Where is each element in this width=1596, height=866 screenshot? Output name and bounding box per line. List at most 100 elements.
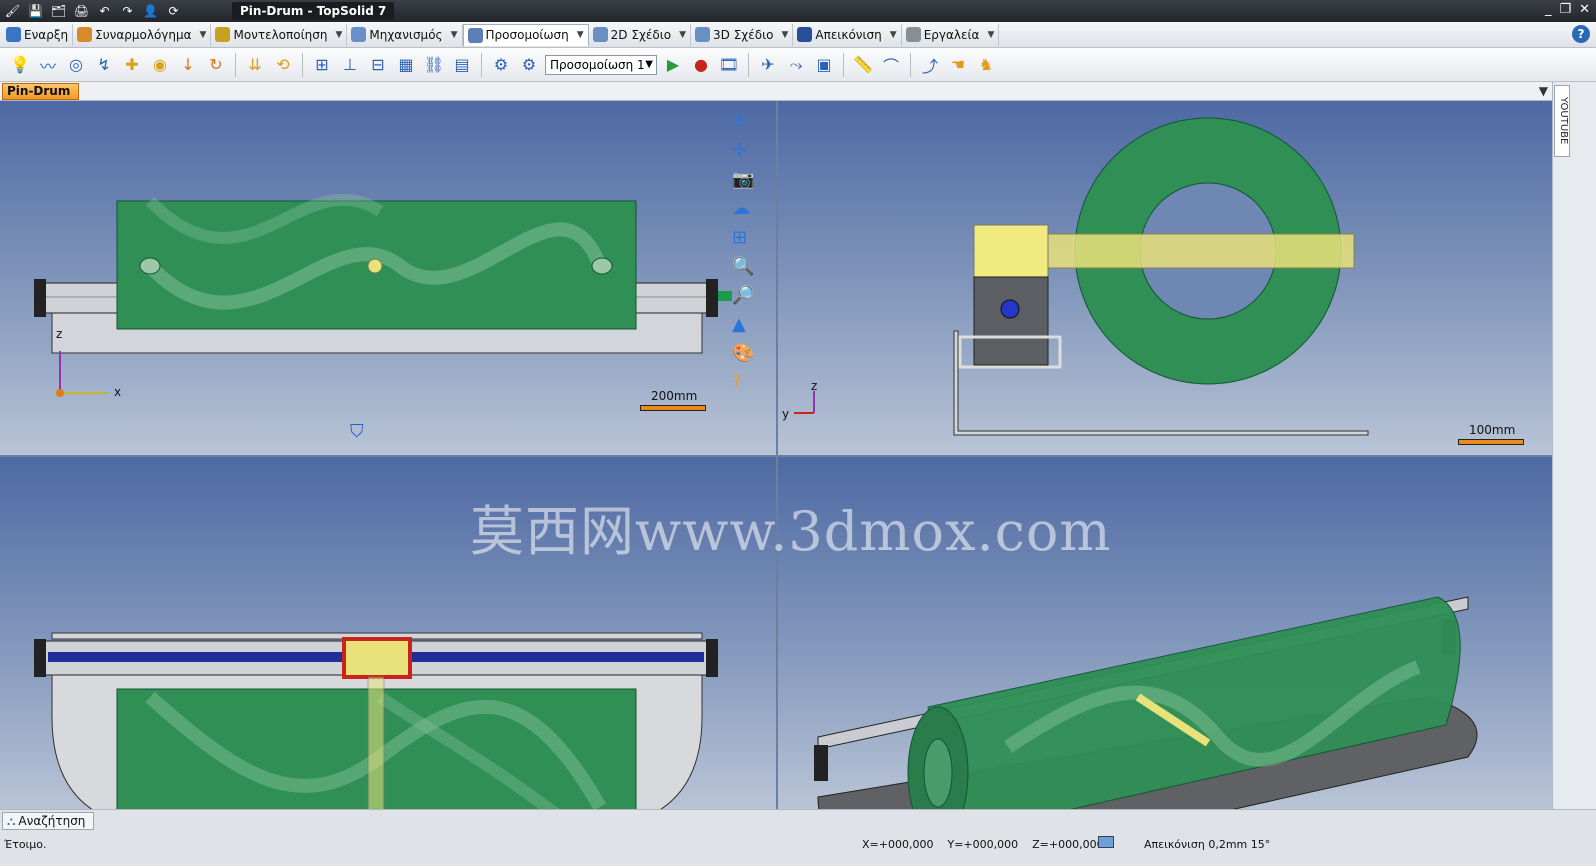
- layout-icon[interactable]: ▣: [812, 53, 836, 77]
- palette-icon[interactable]: 🎨: [732, 343, 754, 364]
- film-icon[interactable]: 🎞: [717, 53, 741, 77]
- tab-simulation[interactable]: Προσομοίωση ▼: [462, 23, 589, 46]
- save-all-icon[interactable]: 🗂: [50, 2, 67, 19]
- view-orient-icon[interactable]: ☁: [732, 198, 754, 219]
- viewport-side[interactable]: z y 100mm: [778, 101, 1552, 455]
- motion-icon[interactable]: ↯: [92, 53, 116, 77]
- pan-icon[interactable]: ✢: [732, 140, 754, 161]
- run-icon[interactable]: ⚙: [489, 53, 513, 77]
- simulation-toolbar: 💡 〰 ◎ ↯ ✚ ◉ ↓ ↻ ⇊ ⟲ ⊞ ⊥ ⊟ ▦ ⛓ ▤ ⚙ ⚙ Προσ…: [0, 48, 1596, 82]
- path-icon[interactable]: ⤴: [918, 53, 942, 77]
- toolbar-separator: [302, 52, 303, 77]
- target-icon[interactable]: ◉: [148, 53, 172, 77]
- zoom-icon[interactable]: 🔎: [732, 285, 754, 306]
- tab-tools[interactable]: Εργαλεία ▼: [902, 23, 1000, 46]
- tab-assembly[interactable]: Συναρμολόγημα ▼: [73, 23, 212, 46]
- trajectory-icon[interactable]: ⤳: [784, 53, 808, 77]
- tab-display[interactable]: Απεικόνιση ▼: [793, 23, 902, 46]
- tab-2d-drawing[interactable]: 2D Σχέδιο ▼: [589, 23, 692, 46]
- arrow-down-icon[interactable]: ⇊: [243, 53, 267, 77]
- measure-icon[interactable]: ⊟: [366, 53, 390, 77]
- scale-label: 200mm: [651, 389, 698, 403]
- minimize-button[interactable]: _: [1545, 2, 1552, 17]
- assembly-icon: [77, 27, 93, 42]
- graph-icon[interactable]: ▦: [394, 53, 418, 77]
- run-step-icon[interactable]: ⚙: [517, 53, 541, 77]
- toolbar-separator: [235, 52, 236, 77]
- undo-icon[interactable]: ↶: [96, 2, 113, 19]
- record-icon[interactable]: ●: [689, 53, 713, 77]
- save-icon[interactable]: 💾: [27, 2, 44, 19]
- simulation-select-value: Προσομοίωση 1: [550, 57, 645, 72]
- display-icon[interactable]: [1098, 836, 1114, 848]
- restore-button[interactable]: ❐: [1559, 2, 1571, 17]
- camera-icon[interactable]: 📷: [732, 169, 754, 190]
- document-tab[interactable]: Pin-Drum: [2, 83, 80, 100]
- refresh-icon[interactable]: ⟳: [165, 2, 182, 19]
- window-controls: _ ❐ ✕: [1545, 2, 1590, 17]
- coord-x: X=+000,000: [862, 838, 934, 851]
- ruler-icon[interactable]: 📏: [851, 53, 875, 77]
- quick-access-toolbar: 🖌 💾 🗂 🖨 ↶ ↷ 👤 ⟳: [4, 2, 182, 19]
- play-icon[interactable]: ▶: [661, 53, 685, 77]
- rotate-force-icon[interactable]: ↻: [204, 53, 228, 77]
- toolbar-separator: [843, 52, 844, 77]
- shading-icon[interactable]: ▲: [732, 314, 754, 335]
- help-icon[interactable]: ?: [1572, 25, 1590, 43]
- axis-label-x: x: [114, 385, 122, 399]
- search-tab[interactable]: ⛬ Αναζήτηση: [2, 812, 95, 830]
- bulb-icon[interactable]: 💡: [8, 53, 32, 77]
- hand-icon[interactable]: ☚: [946, 53, 970, 77]
- zoom-fit-icon[interactable]: 🔍: [732, 256, 754, 277]
- sensor-icon[interactable]: ⊞: [310, 53, 334, 77]
- redo-icon[interactable]: ↷: [119, 2, 136, 19]
- scale-bar: [1458, 439, 1524, 445]
- search-icon: ⛬: [7, 814, 16, 828]
- sensor-down-icon[interactable]: ⊥: [338, 53, 362, 77]
- tab-3d-drawing[interactable]: 3D Σχέδιο ▼: [691, 23, 794, 46]
- chevron-down-icon[interactable]: ▼: [987, 30, 994, 40]
- chevron-down-icon[interactable]: ▼: [200, 30, 207, 40]
- window-layout-icon[interactable]: ⊞: [732, 227, 754, 248]
- side-tab-youtube[interactable]: YOUTUBE: [1554, 85, 1570, 157]
- modeling-icon: [215, 27, 231, 42]
- app-menu-icon[interactable]: 🖌: [4, 2, 21, 19]
- axis-label-y: y: [782, 407, 790, 421]
- tab-mechanism[interactable]: Μηχανισμός ▼: [347, 23, 463, 46]
- spring-icon[interactable]: 〰: [36, 53, 60, 77]
- chevron-down-icon[interactable]: ▼: [781, 30, 788, 40]
- chevron-down-icon[interactable]: ▼: [1539, 84, 1548, 98]
- cycle-icon[interactable]: ⟲: [271, 53, 295, 77]
- tab-modeling[interactable]: Μοντελοποίηση ▼: [211, 23, 348, 46]
- chevron-down-icon[interactable]: ▼: [679, 30, 686, 40]
- simulation-select[interactable]: Προσομοίωση 1 ▼: [545, 54, 657, 75]
- collision-icon[interactable]: ✈: [756, 53, 780, 77]
- chain-icon[interactable]: ⛓: [422, 53, 446, 77]
- user-icon[interactable]: 👤: [142, 2, 159, 19]
- close-button[interactable]: ✕: [1579, 2, 1590, 17]
- axis-origin: [56, 389, 64, 397]
- tab-start[interactable]: Εναρξη: [2, 23, 74, 46]
- connector: [718, 291, 732, 301]
- connector-icon[interactable]: ✚: [120, 53, 144, 77]
- document-tab-bar: Pin-Drum ▼ ✕: [0, 82, 1596, 101]
- spiral-icon[interactable]: ◎: [64, 53, 88, 77]
- curve-icon[interactable]: ⌒: [879, 53, 903, 77]
- crosshair-icon[interactable]: ✛: [732, 111, 754, 132]
- tab-label: 2D Σχέδιο: [610, 27, 672, 42]
- chevron-down-icon[interactable]: ▼: [451, 30, 458, 40]
- pencil-icon: [695, 27, 711, 42]
- viewport-area[interactable]: ⛉ z x 200mm ✛ ✢ 📷 ☁ ⊞ 🔍 🔎 ▲ 🎨 ? z y 100m…: [0, 101, 1552, 809]
- chevron-down-icon[interactable]: ▼: [890, 30, 897, 40]
- tab-label: Απεικόνιση: [815, 27, 882, 42]
- gravity-icon[interactable]: ↓: [176, 53, 200, 77]
- chart-icon[interactable]: ▤: [450, 53, 474, 77]
- watermark: 莫西网www.3dmox.com: [470, 500, 1112, 563]
- robot-icon[interactable]: ♞: [974, 53, 998, 77]
- print-icon[interactable]: 🖨: [73, 2, 90, 19]
- scale-bar: [640, 405, 706, 411]
- viewport-front[interactable]: ⛉ z x 200mm ✛ ✢ 📷 ☁ ⊞ 🔍 🔎 ▲ 🎨 ?: [0, 101, 776, 455]
- chevron-down-icon[interactable]: ▼: [335, 30, 342, 40]
- help-query-icon[interactable]: ?: [732, 372, 754, 393]
- chevron-down-icon[interactable]: ▼: [577, 30, 584, 40]
